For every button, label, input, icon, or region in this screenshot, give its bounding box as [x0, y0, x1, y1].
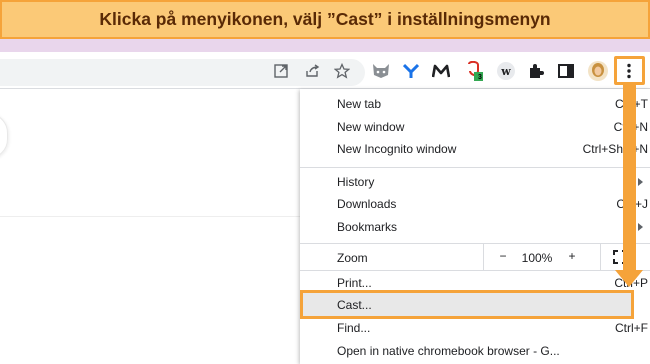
shield-extension-icon[interactable]: 3 — [463, 60, 485, 82]
zoom-label: Zoom — [337, 251, 368, 265]
menu-item-new-incognito-window[interactable]: New Incognito window Ctrl+Shift+N — [300, 138, 650, 160]
menu-item-open-native-browser[interactable]: Open in native chromebook browser - G... — [300, 340, 650, 362]
guide-arrow-head-icon — [615, 270, 643, 287]
profile-avatar[interactable] — [587, 60, 609, 82]
menu-item-shortcut: Ctrl+F — [615, 321, 648, 335]
menu-item-label: Print... — [337, 276, 372, 290]
menu-item-find[interactable]: Find... Ctrl+F — [300, 317, 650, 339]
side-panel-icon[interactable] — [555, 60, 577, 82]
instruction-banner: Klicka på menyikonen, välj ”Cast” i inst… — [0, 0, 650, 39]
menu-item-label: Downloads — [337, 197, 397, 211]
menu-item-bookmarks[interactable]: Bookmarks — [300, 216, 650, 238]
share-icon[interactable] — [302, 60, 324, 82]
menu-item-label: History — [337, 175, 375, 189]
puzzle-icon[interactable] — [525, 60, 547, 82]
menu-separator — [300, 270, 650, 271]
submenu-arrow-icon — [638, 223, 643, 231]
menu-item-new-tab[interactable]: New tab Ctrl+T — [300, 93, 650, 115]
browser-toolbar: 3 w — [0, 52, 650, 89]
bookmark-star-icon[interactable] — [331, 60, 353, 82]
zoom-out-button[interactable]: − — [496, 249, 510, 263]
menu-item-label: Cast... — [337, 298, 372, 312]
zoom-level: 100% — [521, 251, 553, 265]
menu-zoom-row: Zoom − 100% + — [300, 244, 650, 270]
page-divider — [0, 216, 300, 217]
menu-item-label: New window — [337, 120, 405, 134]
menu-item-cast[interactable]: Cast... — [300, 294, 650, 316]
m-extension-icon[interactable] — [430, 60, 452, 82]
menu-item-new-window[interactable]: New window Ctrl+N — [300, 116, 650, 138]
extension-badge: 3 — [478, 74, 482, 81]
zoom-in-button[interactable]: + — [565, 249, 579, 263]
banner-text: Klicka på menyikonen, välj ”Cast” i inst… — [99, 9, 551, 29]
y-extension-icon[interactable] — [400, 60, 422, 82]
menu-item-label: New Incognito window — [337, 142, 457, 156]
menu-item-history[interactable]: History — [300, 171, 650, 193]
fox-extension-icon[interactable] — [370, 60, 392, 82]
menu-item-label: Open in native chromebook browser - G... — [337, 344, 560, 358]
menu-item-downloads[interactable]: Downloads Ctrl+J — [300, 193, 650, 215]
banner-background: Klicka på menyikonen, välj ”Cast” i inst… — [0, 0, 650, 52]
menu-button-highlight — [614, 56, 645, 85]
menu-separator — [300, 167, 650, 168]
w-extension-label: w — [501, 64, 511, 78]
w-extension-icon[interactable]: w — [495, 60, 517, 82]
open-in-new-icon[interactable] — [270, 60, 292, 82]
menu-item-label: Bookmarks — [337, 220, 398, 234]
menu-item-shortcut: Ctrl+Shift+N — [582, 142, 648, 156]
submenu-arrow-icon — [638, 178, 643, 186]
menu-item-label: Find... — [337, 321, 371, 335]
guide-arrow-shaft — [623, 84, 636, 272]
menu-item-label: New tab — [337, 97, 382, 111]
page-content — [0, 90, 300, 364]
